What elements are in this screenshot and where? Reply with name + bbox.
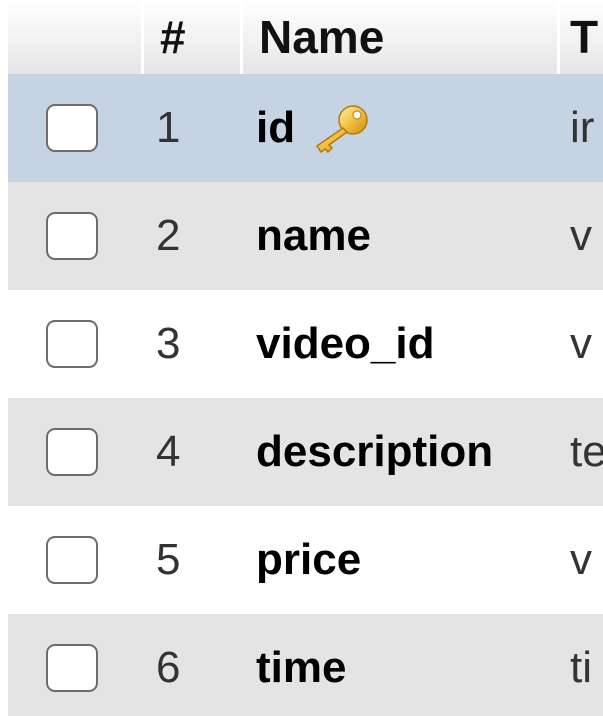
column-type: ti: [570, 643, 592, 692]
row-number: 2: [156, 211, 181, 260]
row-number: 1: [156, 103, 181, 152]
table-row[interactable]: 5 price v: [8, 506, 603, 614]
column-type: te: [570, 427, 603, 476]
header-name[interactable]: Name: [243, 0, 557, 74]
column-type: v: [570, 211, 592, 260]
header-type[interactable]: T: [560, 0, 603, 74]
header-number[interactable]: #: [144, 0, 240, 74]
table-row[interactable]: 4 description te: [8, 398, 603, 506]
column-name[interactable]: id: [256, 74, 373, 182]
column-type: ir: [570, 103, 595, 152]
table-row[interactable]: 2 name v: [8, 182, 603, 290]
table-row[interactable]: 1 id ir: [8, 74, 603, 182]
row-checkbox[interactable]: [46, 320, 98, 368]
header-checkbox-column: [8, 0, 141, 74]
row-number: 6: [156, 643, 181, 692]
table-row[interactable]: 3 video_id v: [8, 290, 603, 398]
column-name[interactable]: description: [256, 398, 493, 506]
row-number: 5: [156, 535, 181, 584]
column-name[interactable]: name: [256, 182, 371, 290]
row-checkbox[interactable]: [46, 536, 98, 584]
row-checkbox[interactable]: [46, 212, 98, 260]
column-name-label: id: [256, 103, 296, 152]
structure-table: # Name T 1 id ir 2 name v 3 video_id v 4…: [8, 0, 603, 716]
row-number: 4: [156, 427, 181, 476]
column-name[interactable]: time: [256, 614, 346, 716]
row-checkbox[interactable]: [46, 644, 98, 692]
column-type: v: [570, 319, 592, 368]
column-name[interactable]: video_id: [256, 290, 435, 398]
table-header: # Name T: [8, 0, 603, 74]
row-number: 3: [156, 319, 181, 368]
key-icon: [316, 105, 368, 154]
column-type: v: [570, 535, 592, 584]
row-checkbox[interactable]: [46, 428, 98, 476]
column-name[interactable]: price: [256, 506, 361, 614]
table-row[interactable]: 6 time ti: [8, 614, 603, 716]
row-checkbox[interactable]: [46, 104, 98, 152]
